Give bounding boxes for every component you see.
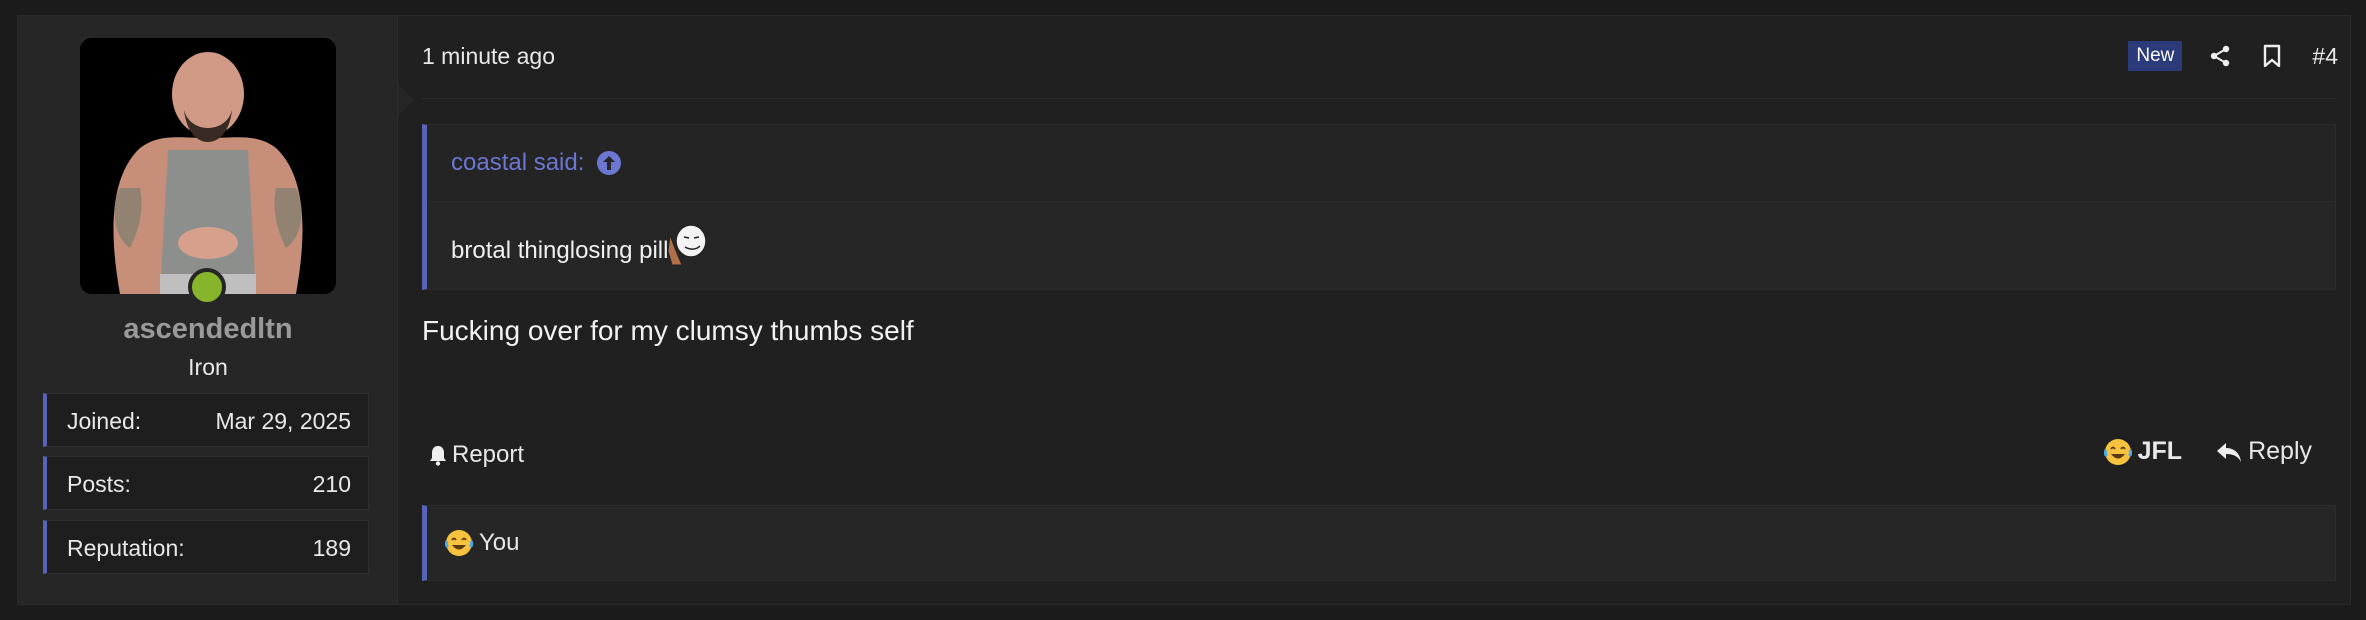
reactions-bar[interactable]: You	[422, 505, 2336, 581]
stat-label: Joined:	[67, 408, 142, 434]
stat-joined: Joined: Mar 29, 2025	[43, 393, 369, 447]
stat-value: Mar 29, 2025	[215, 408, 351, 434]
stat-value: 210	[312, 471, 351, 497]
stat-value: 189	[312, 535, 351, 561]
smug-face-emoji-icon	[667, 224, 708, 266]
post-message: Fucking over for my clumsy thumbs self	[422, 315, 914, 346]
header-divider	[422, 98, 2336, 99]
online-status-dot	[188, 268, 226, 306]
post-container: ascendedltn Iron Joined: Mar 29, 2025 Po…	[17, 15, 2351, 605]
crying-laughing-emoji-icon	[444, 529, 474, 557]
post-number-link[interactable]: #4	[2312, 43, 2338, 70]
quote-content: brotal thinglosing pill	[451, 224, 712, 267]
post-time[interactable]: 1 minute ago	[422, 43, 555, 70]
bell-icon	[430, 446, 446, 466]
arrow-up-circle-icon[interactable]	[596, 150, 622, 176]
quote-attribution[interactable]: coastal said:	[451, 149, 622, 177]
jfl-reaction-button[interactable]: JFL	[2138, 437, 2182, 466]
post-tools: New #4	[2128, 40, 2338, 72]
user-sidebar: ascendedltn Iron Joined: Mar 29, 2025 Po…	[18, 16, 414, 604]
quote-author[interactable]: coastal said:	[451, 149, 584, 177]
reactions-list-text[interactable]: You	[479, 529, 520, 557]
crying-laughing-emoji-icon	[2103, 438, 2132, 466]
stat-label: Reputation:	[67, 535, 185, 561]
username[interactable]: ascendedltn	[18, 313, 398, 346]
post-main: 1 minute ago New #4 coastal said: brotal…	[422, 16, 2350, 604]
user-rank: Iron	[188, 354, 228, 380]
post-actions: JFL Reply	[2103, 437, 2312, 466]
avatar[interactable]	[80, 38, 336, 294]
report-label[interactable]: Report	[452, 441, 524, 469]
bookmark-icon[interactable]	[2260, 44, 2284, 68]
stat-reputation: Reputation: 189	[43, 520, 369, 574]
share-icon[interactable]	[2208, 44, 2232, 68]
reply-icon[interactable]	[2216, 441, 2242, 463]
quote-block: coastal said: brotal thinglosing pill	[422, 124, 2336, 290]
quote-text: brotal thinglosing pill	[451, 237, 669, 264]
new-badge: New	[2128, 41, 2183, 71]
quote-header: coastal said:	[427, 125, 2335, 202]
stat-posts: Posts: 210	[43, 456, 369, 510]
reply-button[interactable]: Reply	[2248, 437, 2312, 466]
stat-label: Posts:	[67, 471, 131, 497]
report-link[interactable]: Report	[428, 441, 524, 469]
avatar-photo-icon	[80, 38, 336, 294]
